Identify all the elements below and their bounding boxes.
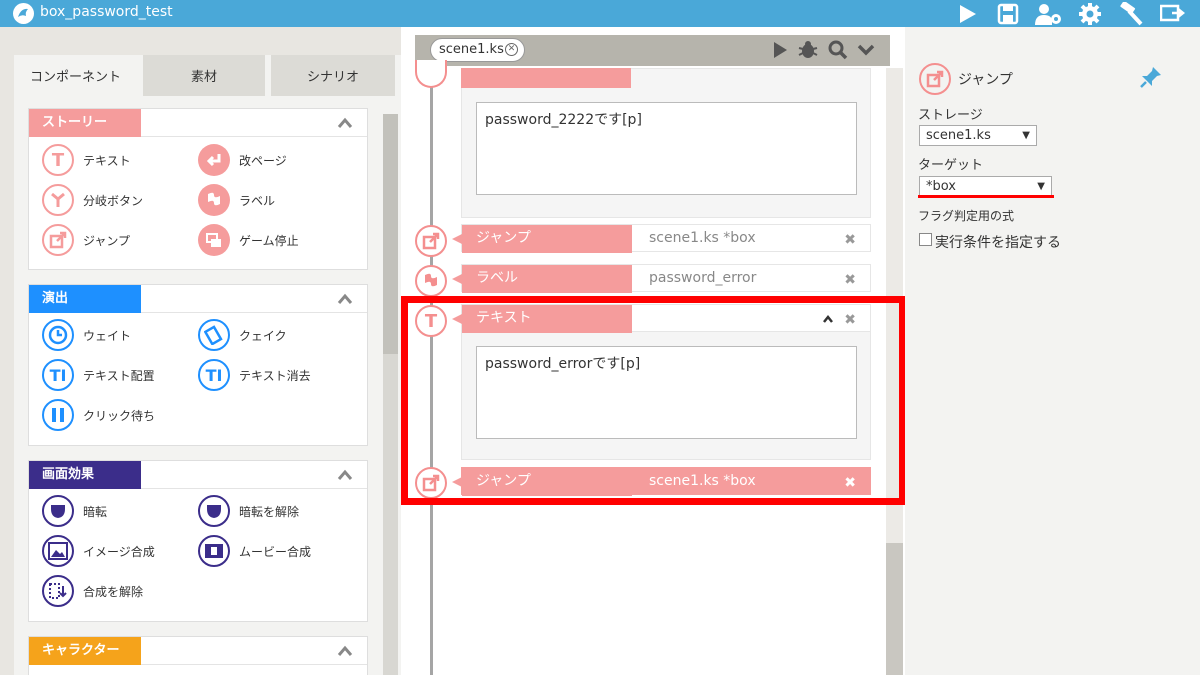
component-text[interactable]: T テキスト [42, 143, 131, 177]
blackout-release-icon [198, 495, 230, 527]
component-quake[interactable]: クェイク [198, 318, 287, 352]
clock-icon [42, 319, 74, 351]
component-branch-button[interactable]: 分岐ボタン [42, 183, 143, 217]
component-movie-composite[interactable]: ムービー合成 [198, 534, 311, 568]
text-clear-icon: TI [198, 359, 230, 391]
component-game-stop[interactable]: ゲーム停止 [198, 223, 299, 257]
hammer-icon[interactable] [1116, 0, 1146, 27]
category-screen-effect-label: 画面効果 [29, 461, 141, 489]
play-icon[interactable] [952, 0, 982, 27]
jump-block-1[interactable]: ジャンプ scene1.ks *box ✖ [452, 224, 871, 253]
category-character: キャラクター [28, 636, 368, 675]
dropdown-arrow-icon: ▼ [1037, 181, 1045, 192]
component-image-composite[interactable]: イメージ合成 [42, 534, 155, 568]
play-icon[interactable] [772, 41, 788, 59]
component-label[interactable]: ラベル [198, 183, 275, 217]
category-character-label: キャラクター [29, 637, 141, 665]
target-underline [918, 195, 1054, 198]
category-character-header[interactable]: キャラクター [29, 637, 367, 665]
blackout-icon [42, 495, 74, 527]
condition-checkbox[interactable] [919, 233, 932, 246]
pin-icon[interactable] [1139, 65, 1163, 89]
tab-scenario[interactable]: シナリオ [271, 55, 395, 96]
category-screen-effect-header[interactable]: 画面効果 [29, 461, 367, 489]
left-scrollbar-thumb[interactable] [383, 114, 398, 354]
image-icon [42, 535, 74, 567]
component-jump[interactable]: ジャンプ [42, 223, 130, 257]
editor-scrollbar-thumb[interactable] [886, 543, 903, 675]
delete-icon[interactable]: ✖ [844, 232, 856, 248]
app-logo-icon [13, 3, 34, 24]
flag-icon [198, 184, 230, 216]
user-settings-icon[interactable] [1033, 0, 1063, 27]
component-text-clear[interactable]: TI テキスト消去 [198, 358, 311, 392]
shake-icon [198, 319, 230, 351]
chevron-up-icon[interactable] [337, 293, 353, 305]
search-icon[interactable] [828, 40, 848, 60]
label-block[interactable]: ラベル password_error ✖ [452, 264, 871, 293]
component-composite-release[interactable]: 合成を解除 [42, 574, 143, 608]
title-bar: box_password_test [0, 0, 1200, 27]
stop-window-icon [198, 224, 230, 256]
return-arrow-icon [198, 144, 230, 176]
component-click-wait[interactable]: クリック待ち [42, 398, 155, 432]
component-blackout[interactable]: 暗転 [42, 494, 107, 528]
highlight-box [401, 296, 906, 505]
component-text-position[interactable]: TI テキスト配置 [42, 358, 155, 392]
chevron-up-icon[interactable] [337, 645, 353, 657]
properties-title: ジャンプ [958, 72, 1013, 88]
jump-icon [42, 224, 74, 256]
condition-label: 実行条件を指定する [935, 235, 1061, 251]
storage-label: ストレージ [918, 108, 983, 123]
target-label: ターゲット [918, 158, 984, 173]
chevron-down-icon[interactable] [857, 43, 875, 57]
save-icon[interactable] [993, 0, 1023, 27]
composite-release-icon [42, 575, 74, 607]
jump-node-icon [415, 225, 447, 257]
text-block-1-textarea[interactable]: password_2222です[p] [476, 102, 857, 195]
close-icon[interactable]: ✕ [505, 43, 518, 56]
text-icon: T [42, 144, 74, 176]
jump-icon [919, 63, 951, 95]
bug-icon[interactable] [797, 39, 819, 60]
text-position-icon: TI [42, 359, 74, 391]
text-block-1-header[interactable] [461, 68, 631, 88]
film-icon [198, 535, 230, 567]
chevron-up-icon[interactable] [337, 117, 353, 129]
pause-icon [42, 399, 74, 431]
storage-select[interactable]: scene1.ks ▼ [919, 125, 1037, 146]
component-page-break[interactable]: 改ページ [198, 143, 287, 177]
label-node-icon [415, 265, 447, 297]
flag-expression-label: フラグ判定用の式 [918, 209, 1015, 223]
component-wait[interactable]: ウェイト [42, 318, 131, 352]
category-effect-header[interactable]: 演出 [29, 285, 367, 313]
target-select[interactable]: *box ▼ [919, 176, 1052, 197]
app-title: box_password_test [40, 4, 173, 20]
category-story-header[interactable]: ストーリー [29, 109, 367, 137]
chevron-up-icon[interactable] [337, 469, 353, 481]
tab-components[interactable]: コンポーネント [14, 55, 137, 96]
delete-icon[interactable]: ✖ [844, 272, 856, 288]
branch-icon [42, 184, 74, 216]
tab-materials[interactable]: 素材 [143, 55, 265, 96]
component-blackout-release[interactable]: 暗転を解除 [198, 494, 299, 528]
category-effect-label: 演出 [29, 285, 141, 313]
gear-icon[interactable] [1075, 0, 1105, 27]
dropdown-arrow-icon: ▼ [1022, 130, 1030, 141]
export-icon[interactable] [1158, 0, 1188, 27]
category-story-label: ストーリー [29, 109, 141, 137]
